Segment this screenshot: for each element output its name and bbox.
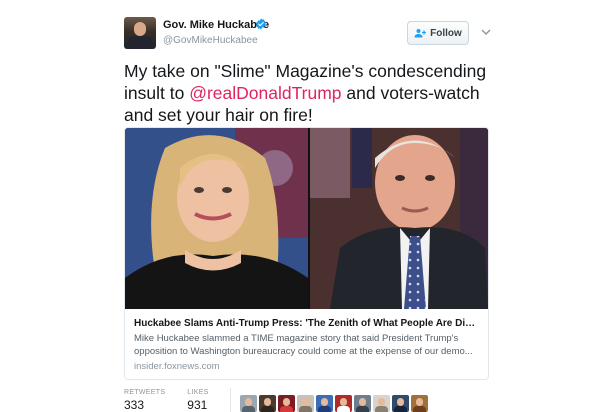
liker-head	[245, 398, 252, 406]
card-body: Huckabee Slams Anti-Trump Press: 'The Ze…	[125, 309, 488, 372]
retweets-stat[interactable]: RETWEETS 333	[124, 389, 165, 412]
liker-body	[242, 406, 255, 412]
liker-head	[321, 398, 328, 406]
anchor-portrait-illustration	[125, 128, 308, 309]
link-preview-card[interactable]: Huckabee Slams Anti-Trump Press: 'The Ze…	[124, 127, 489, 380]
card-title[interactable]: Huckabee Slams Anti-Trump Press: 'The Ze…	[134, 318, 479, 329]
liker-avatars	[240, 395, 428, 412]
avatar-icon[interactable]	[335, 395, 352, 412]
liker-body	[356, 406, 369, 412]
avatar-suit	[128, 36, 152, 49]
engagement-stats: RETWEETS 333 LIKES 931	[124, 389, 209, 412]
avatar-icon[interactable]	[259, 395, 276, 412]
liker-body	[318, 406, 331, 412]
liker-head	[359, 398, 366, 406]
retweets-count: 333	[124, 398, 145, 412]
author-handle[interactable]: @GovMikeHuckabee	[163, 35, 258, 46]
tweet-text: My take on "Slime" Magazine's condescend…	[124, 60, 504, 126]
verified-badge-icon	[256, 18, 266, 30]
add-person-icon	[414, 29, 427, 38]
avatar-icon[interactable]	[278, 395, 295, 412]
liker-head	[283, 398, 290, 406]
card-domain: insider.foxnews.com	[134, 361, 220, 372]
likes-count: 931	[187, 398, 208, 412]
liker-head	[264, 398, 271, 406]
liker-head	[340, 398, 347, 406]
likes-stat[interactable]: LIKES 931	[187, 389, 208, 412]
liker-head	[416, 398, 423, 406]
author-name[interactable]: Gov. Mike Huckabee	[163, 19, 269, 31]
follow-label: Follow	[430, 27, 462, 39]
card-image	[125, 128, 488, 309]
retweets-label: RETWEETS	[124, 389, 166, 396]
avatar-icon[interactable]	[392, 395, 409, 412]
liker-head	[302, 398, 309, 406]
avatar-face	[134, 22, 146, 36]
liker-body	[394, 406, 407, 412]
liker-body	[299, 406, 312, 412]
likes-label: LIKES	[187, 389, 209, 396]
liker-head	[397, 398, 404, 406]
image-panel-left	[125, 128, 308, 309]
avatar-icon[interactable]	[240, 395, 257, 412]
image-panel-right	[310, 128, 488, 309]
avatar-icon[interactable]	[411, 395, 428, 412]
card-description: Mike Huckabee slammed a TIME magazine st…	[134, 333, 473, 357]
liker-body	[375, 406, 388, 412]
avatar-icon[interactable]	[316, 395, 333, 412]
liker-body	[261, 406, 274, 412]
liker-head	[378, 398, 385, 406]
avatar-icon[interactable]	[373, 395, 390, 412]
profile-avatar[interactable]	[124, 17, 156, 49]
chevron-down-icon[interactable]	[480, 27, 492, 37]
avatar-icon[interactable]	[354, 395, 371, 412]
liker-body	[337, 406, 350, 412]
mention-link[interactable]: @realDonaldTrump	[189, 83, 341, 103]
guest-portrait-illustration	[310, 128, 488, 309]
avatar-icon[interactable]	[297, 395, 314, 412]
liker-body	[280, 406, 293, 412]
stats-divider	[230, 388, 231, 412]
liker-body	[413, 406, 426, 412]
follow-button[interactable]: Follow	[407, 21, 469, 45]
